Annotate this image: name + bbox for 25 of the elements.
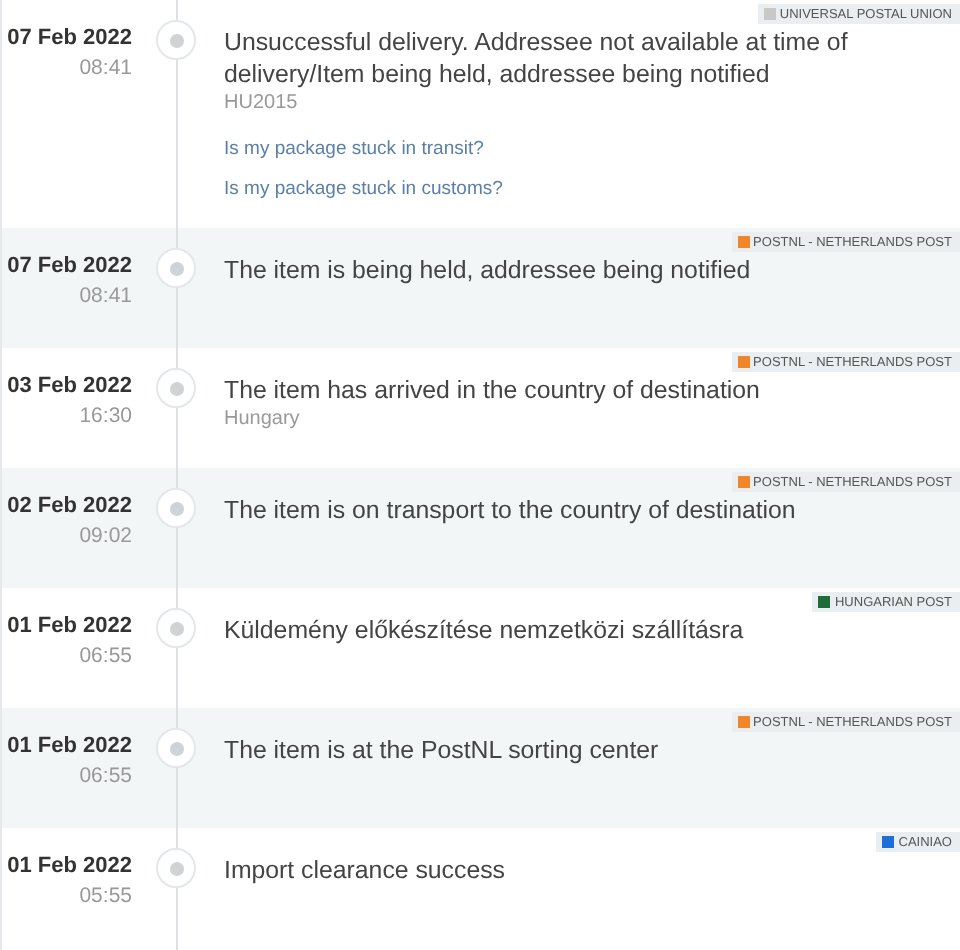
help-link[interactable]: Is my package stuck in customs?	[224, 178, 503, 200]
event-time: 09:02	[79, 524, 132, 548]
event-date: 07 Feb 2022	[7, 26, 132, 50]
event-description: The item is being held, addressee being notified	[224, 254, 753, 286]
event-description: The item has arrived in the country of destination	[224, 374, 762, 406]
event-description: Import clearance success	[224, 854, 507, 886]
event-location: HU2015	[224, 92, 300, 114]
event-date: 02 Feb 2022	[7, 494, 132, 518]
event-time: 06:55	[79, 644, 132, 668]
event-description: The item is at the PostNL sorting center	[224, 734, 661, 766]
event-description: Unsuccessful delivery. Addressee not available at time of delivery/Item being held, addressee being notified	[224, 26, 850, 90]
event-date: 01 Feb 2022	[7, 854, 132, 878]
event-time: 05:55	[79, 884, 132, 908]
event-date: 03 Feb 2022	[7, 374, 132, 398]
event-time: 08:41	[79, 284, 132, 308]
event-description: Küldemény előkészítése nemzetközi szállításra	[224, 614, 746, 646]
event-time: 06:55	[79, 764, 132, 788]
event-location: Hungary	[224, 408, 302, 430]
event-time: 08:41	[79, 56, 132, 80]
event-date: 07 Feb 2022	[7, 254, 132, 278]
event-date: 01 Feb 2022	[7, 614, 132, 638]
event-time: 16:30	[79, 404, 132, 428]
event-date: 01 Feb 2022	[7, 734, 132, 758]
event-description: The item is on transport to the country of destination	[224, 494, 798, 526]
help-link[interactable]: Is my package stuck in transit?	[224, 138, 484, 160]
